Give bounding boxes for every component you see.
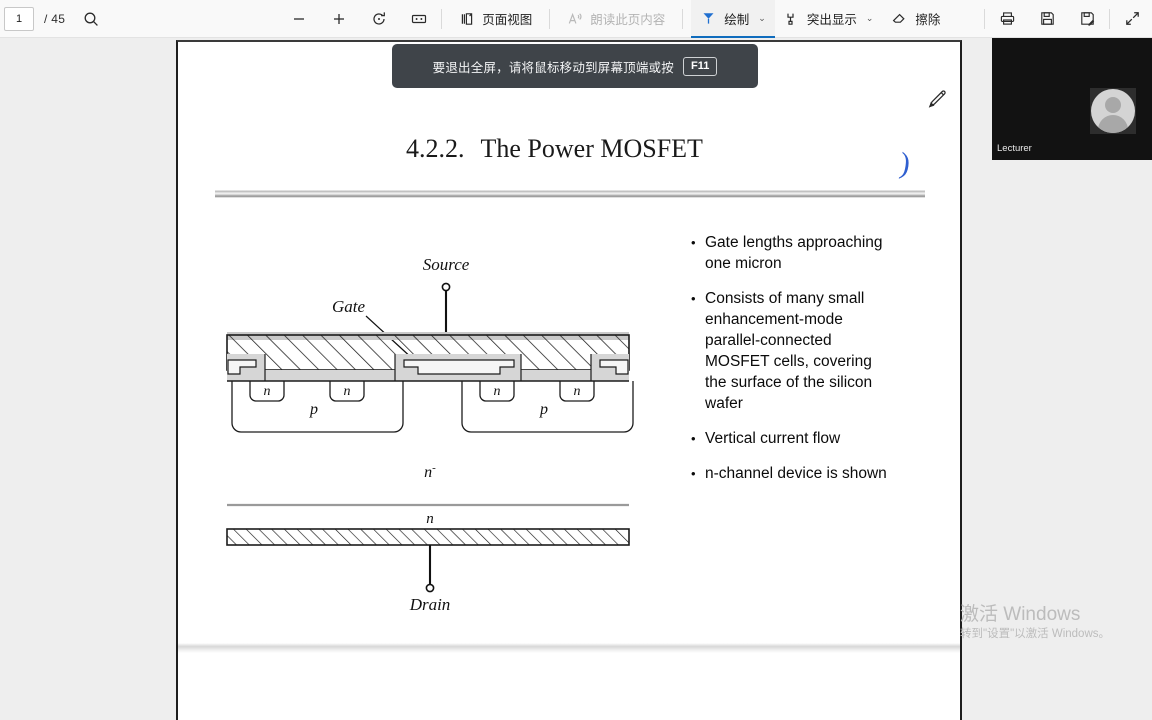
n-region-label: n <box>264 384 271 399</box>
fullscreen-exit-toast: 要退出全屏，请将鼠标移动到屏幕顶端或按 F11 <box>392 44 758 88</box>
read-aloud-label: 朗读此页内容 <box>590 13 666 27</box>
list-item: • Gate lengths approaching one micron <box>691 232 896 274</box>
save-as-icon[interactable] <box>1073 5 1101 33</box>
slide-title-text: The Power MOSFET <box>480 134 703 163</box>
highlight-label: 突出显示 <box>806 13 857 27</box>
bullet-text: Consists of many small enhancement-mode … <box>705 290 873 412</box>
page-number-value: 1 <box>15 12 23 25</box>
pdf-page-2[interactable] <box>176 653 962 720</box>
bullet-marker: • <box>691 466 696 481</box>
slide-number: 4.2.2. <box>406 134 465 163</box>
draw-label: 绘制 <box>724 13 750 27</box>
toolbar-divider <box>1109 8 1110 29</box>
chevron-down-icon[interactable]: ⌄ <box>758 13 766 24</box>
bullet-text: Gate lengths approaching one micron <box>705 234 883 272</box>
toolbar-divider <box>984 8 985 29</box>
source-label: Source <box>423 255 470 274</box>
toolbar-divider <box>549 8 551 29</box>
n-region-label: n <box>344 384 351 399</box>
bullet-marker: • <box>691 235 696 250</box>
p-region-label-right: p <box>539 401 548 418</box>
page-number-input[interactable]: 1 <box>4 6 34 31</box>
page-view-button[interactable]: 页面视图 <box>450 0 541 38</box>
search-icon[interactable] <box>77 5 105 33</box>
n-region-label: n <box>494 384 501 399</box>
list-item: • Vertical current flow <box>691 428 896 449</box>
zoom-out-button[interactable] <box>285 5 313 33</box>
highlight-button[interactable]: 突出显示 ⌄ <box>775 0 883 38</box>
lecturer-video-tile[interactable]: Lecturer <box>992 26 1152 160</box>
gate-label: Gate <box>332 297 366 316</box>
mosfet-cross-section-figure: Source Gate p n n p n n n- n Drain <box>214 192 684 617</box>
bullet-text: n-channel device is shown <box>705 465 887 482</box>
page-total-label: / 45 <box>44 11 66 26</box>
document-viewport[interactable]: 4.2.2. The Power MOSFET ) • Gate lengths … <box>0 38 1152 720</box>
windows-activation-watermark: 激活 Windows 转到"设置"以激活 Windows。 <box>960 603 1150 642</box>
zoom-in-button[interactable] <box>325 5 353 33</box>
fit-page-icon[interactable] <box>405 5 433 33</box>
toolbar-divider <box>441 8 443 29</box>
erase-button[interactable]: 擦除 <box>882 0 949 38</box>
read-aloud-button[interactable]: 朗读此页内容 <box>558 0 674 38</box>
list-item: • Consists of many small enhancement-mod… <box>691 288 896 414</box>
toast-key-hint: F11 <box>682 56 718 76</box>
drain-label: Drain <box>409 595 451 612</box>
bullet-list: • Gate lengths approaching one micron • … <box>691 232 896 498</box>
expand-icon[interactable] <box>1118 5 1146 33</box>
rotate-icon[interactable] <box>365 5 393 33</box>
p-region-label-left: p <box>309 401 318 418</box>
person-avatar-icon <box>1090 88 1136 134</box>
bullet-marker: • <box>691 291 696 306</box>
ink-annotation: ) <box>897 146 913 181</box>
bullet-text: Vertical current flow <box>705 430 841 447</box>
n-region-label: n <box>574 384 581 399</box>
n-substrate-label: n <box>426 511 434 527</box>
toolbar-divider <box>682 8 684 29</box>
list-item: • n-channel device is shown <box>691 463 896 484</box>
watermark-line-2: 转到"设置"以激活 Windows。 <box>960 628 1111 640</box>
chevron-down-icon[interactable]: ⌄ <box>866 13 874 24</box>
lecturer-name-label: Lecturer <box>997 143 1032 154</box>
save-icon[interactable] <box>1033 5 1061 33</box>
page-separator <box>176 643 962 653</box>
print-icon[interactable] <box>993 5 1021 33</box>
toast-message: 要退出全屏，请将鼠标移动到屏幕顶端或按 <box>432 60 674 75</box>
page-title: 4.2.2. The Power MOSFET <box>406 134 703 164</box>
pdf-toolbar: 1 / 45 页面视图 朗读此页内容 绘制 ⌄ 突出显示 ⌄ 擦除 <box>0 0 1152 38</box>
page-view-label: 页面视图 <box>482 13 533 27</box>
pen-cursor-icon <box>924 86 950 117</box>
watermark-line-1: 激活 Windows <box>960 604 1081 625</box>
bullet-marker: • <box>691 431 696 446</box>
erase-label: 擦除 <box>915 13 941 27</box>
pdf-page-1[interactable]: 4.2.2. The Power MOSFET ) • Gate lengths … <box>176 40 962 648</box>
n-minus-region-label: n- <box>424 462 436 481</box>
draw-button[interactable]: 绘制 ⌄ <box>691 0 775 38</box>
